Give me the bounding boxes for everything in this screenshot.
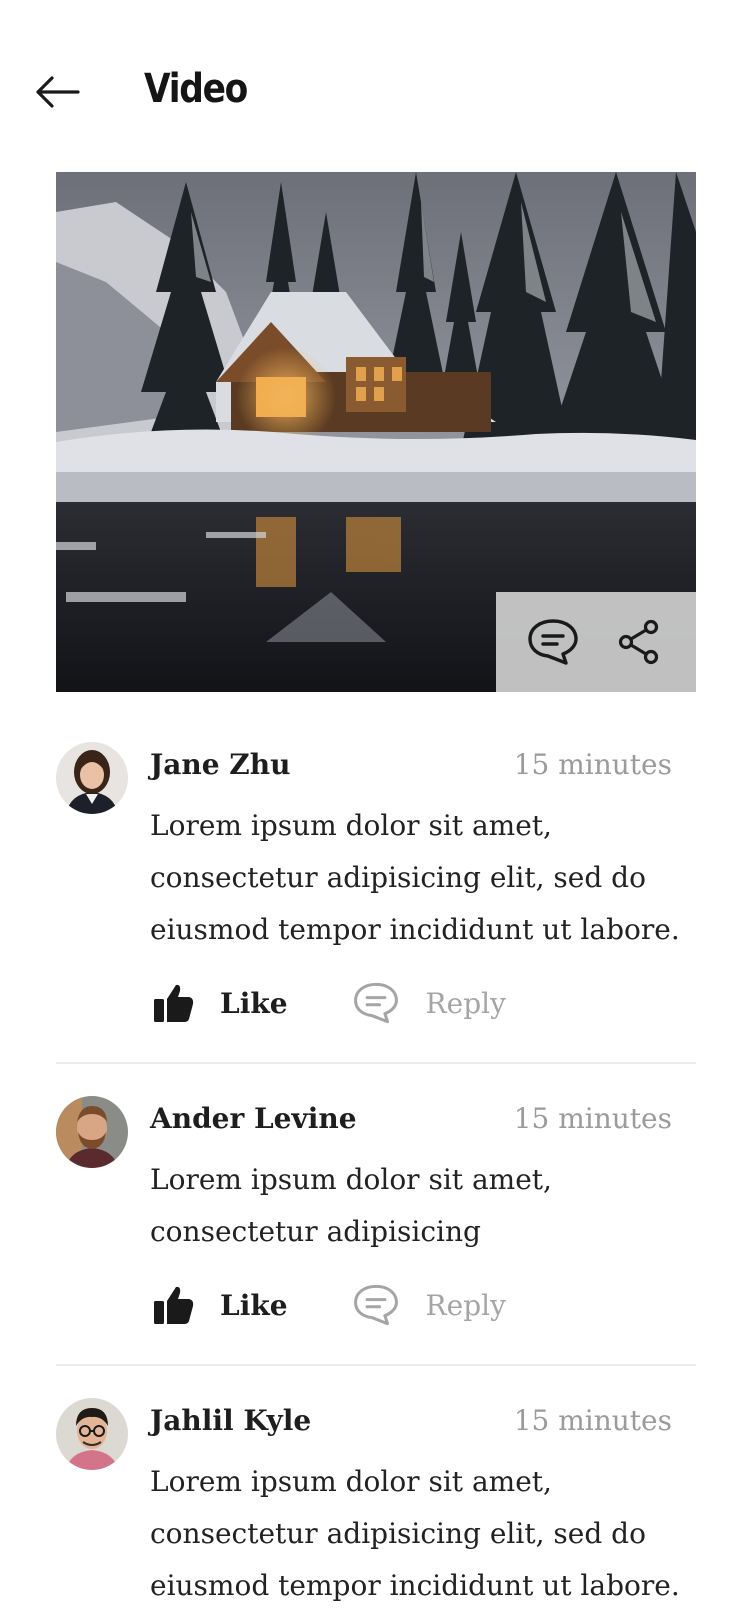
comment-actions: Like Reply [150, 1280, 506, 1330]
app-header: Video [0, 0, 750, 170]
video-player[interactable] [56, 172, 696, 692]
comment-text: Lorem ipsum dolor sit amet, consectetur … [150, 1163, 552, 1248]
comment-time: 15 minutes [513, 748, 672, 781]
reply-button[interactable]: Reply [352, 979, 506, 1027]
comment-item: Ander Levine 15 minutes Lorem ipsum dolo… [56, 1064, 696, 1366]
page-title: Video [144, 66, 248, 112]
comment-icon [352, 1281, 400, 1329]
video-share-button[interactable] [609, 612, 669, 672]
thumbs-up-icon [150, 1281, 198, 1329]
comment-icon [528, 619, 578, 665]
arrow-left-icon [36, 76, 80, 108]
video-comment-button[interactable] [523, 612, 583, 672]
comment-text: Lorem ipsum dolor sit amet, consectetur … [150, 1465, 680, 1602]
like-button[interactable]: Like [150, 979, 288, 1027]
back-button[interactable] [32, 70, 82, 114]
comment-text: Lorem ipsum dolor sit amet, consectetur … [150, 809, 680, 946]
comment-author: Jane Zhu [150, 748, 291, 781]
comment-time: 15 minutes [513, 1404, 672, 1437]
reply-button[interactable]: Reply [352, 1281, 506, 1329]
like-label: Like [220, 1288, 288, 1322]
share-icon [618, 619, 659, 665]
comment-author: Jahlil Kyle [150, 1404, 312, 1437]
comment-item: Jane Zhu 15 minutes Lorem ipsum dolor si… [56, 720, 696, 1064]
avatar[interactable] [56, 742, 128, 814]
video-action-bar [496, 592, 696, 692]
like-button[interactable]: Like [150, 1281, 288, 1329]
thumbs-up-icon [150, 979, 198, 1027]
avatar[interactable] [56, 1096, 128, 1168]
comment-item: Jahlil Kyle 15 minutes Lorem ipsum dolor… [56, 1366, 696, 1624]
comment-author: Ander Levine [150, 1102, 357, 1135]
reply-label: Reply [425, 1288, 506, 1322]
comment-list: Jane Zhu 15 minutes Lorem ipsum dolor si… [56, 720, 696, 1624]
like-label: Like [220, 986, 288, 1020]
comment-actions: Like Reply [150, 978, 506, 1028]
comment-icon [352, 979, 400, 1027]
avatar[interactable] [56, 1398, 128, 1470]
comment-time: 15 minutes [513, 1102, 672, 1135]
reply-label: Reply [425, 986, 506, 1020]
